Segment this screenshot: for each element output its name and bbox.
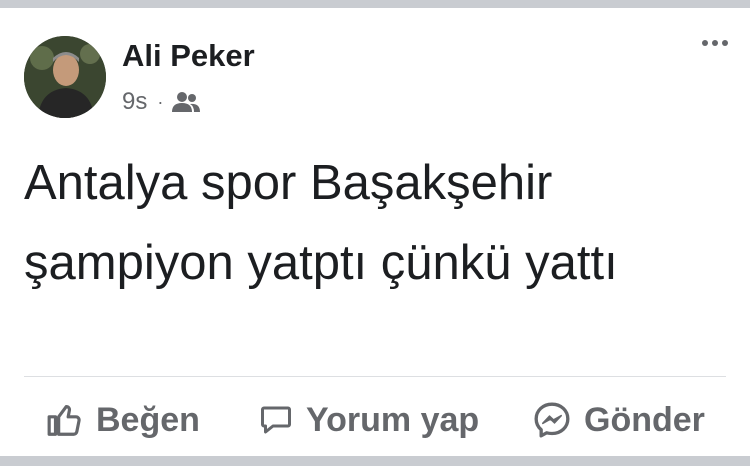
post-card: Ali Peker 9s · Antalya spor Başakşehir ş… <box>0 8 750 456</box>
post-meta: 9s · <box>122 88 201 116</box>
friends-icon <box>172 92 201 112</box>
action-bar: Beğen Yorum yap Gönder <box>0 392 750 448</box>
send-label: Gönder <box>584 400 705 439</box>
comment-button[interactable]: Yorum yap <box>258 392 479 448</box>
avatar[interactable] <box>24 36 106 118</box>
messenger-icon <box>534 402 570 438</box>
like-label: Beğen <box>96 400 200 439</box>
feed-separator <box>0 456 750 466</box>
meta-separator: · <box>157 91 164 112</box>
more-options-button[interactable] <box>702 40 728 46</box>
comment-label: Yorum yap <box>306 400 480 439</box>
post-time[interactable]: 9s <box>122 88 147 116</box>
like-button[interactable]: Beğen <box>46 392 200 448</box>
send-button[interactable]: Gönder <box>532 392 705 448</box>
comment-icon <box>261 406 291 434</box>
more-icon <box>702 40 708 46</box>
divider <box>24 376 726 377</box>
post-text: Antalya spor Başakşehir şampiyon yatptı … <box>24 156 618 290</box>
thumbs-up-icon <box>47 404 81 436</box>
avatar-photo <box>24 36 106 118</box>
author-name[interactable]: Ali Peker <box>122 38 255 74</box>
